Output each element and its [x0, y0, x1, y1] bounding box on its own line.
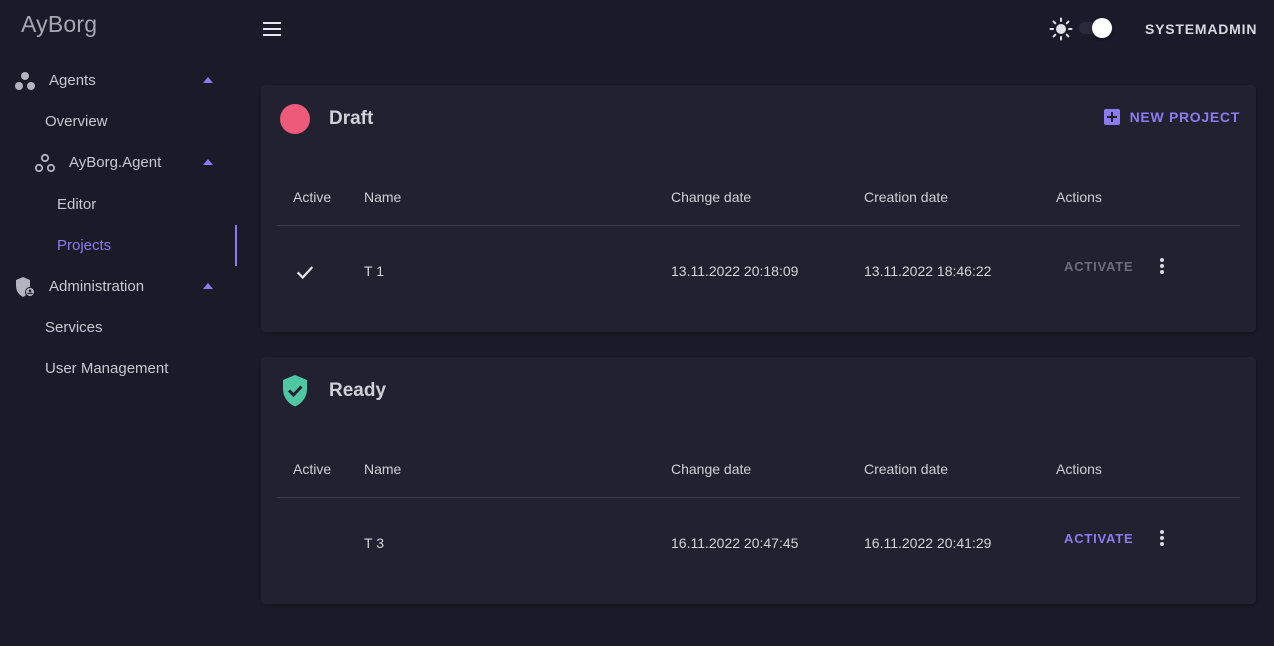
- column-header-name[interactable]: Name: [364, 461, 401, 477]
- sidebar-item-projects[interactable]: Projects: [0, 225, 237, 266]
- theme-toggle[interactable]: [1079, 18, 1113, 38]
- activate-button[interactable]: ACTIVATE: [1064, 531, 1133, 546]
- sidebar-item-editor[interactable]: Editor: [0, 184, 237, 225]
- top-app-bar: SYSTEMADMIN: [237, 0, 1274, 58]
- column-header-active: Active: [293, 189, 332, 205]
- sidebar-item-user-management[interactable]: User Management: [0, 348, 237, 389]
- chevron-up-icon: [203, 77, 213, 83]
- table-divider: [277, 497, 1240, 498]
- activate-button[interactable]: ACTIVATE: [1064, 259, 1133, 274]
- brand-logo-text: AyBorg: [21, 11, 98, 37]
- column-header-name[interactable]: Name: [364, 189, 401, 205]
- change-date: 13.11.2022 20:18:09: [671, 263, 799, 279]
- verified-shield-icon: [283, 375, 307, 407]
- sun-icon: [1049, 17, 1073, 41]
- sidebar-item-label: Agents: [49, 72, 96, 89]
- sidebar-item-label: Projects: [57, 237, 112, 254]
- more-vert-icon[interactable]: [1159, 529, 1165, 547]
- sidebar-item-label: Administration: [49, 278, 145, 295]
- column-header-change-date[interactable]: Change date: [671, 189, 751, 205]
- chevron-up-icon: [203, 283, 213, 289]
- sidebar-item-administration[interactable]: Administration: [0, 266, 237, 307]
- column-header-creation-date[interactable]: Creation date: [864, 189, 948, 205]
- creation-date: 16.11.2022 20:41:29: [864, 535, 992, 551]
- toggle-knob: [1092, 18, 1112, 38]
- draft-status-dot: [280, 104, 310, 134]
- chevron-up-icon: [203, 159, 213, 165]
- user-menu-button[interactable]: SYSTEMADMIN: [1145, 21, 1257, 37]
- active-indicator: [235, 225, 237, 266]
- change-date: 16.11.2022 20:47:45: [671, 535, 799, 551]
- sidebar-item-label: User Management: [45, 360, 169, 377]
- draft-projects-card: Draft NEW PROJECT Active Name Change dat…: [261, 85, 1256, 332]
- column-header-actions: Actions: [1056, 461, 1102, 477]
- column-header-active: Active: [293, 461, 332, 477]
- card-title: Ready: [329, 380, 387, 401]
- sidebar-item-agents[interactable]: Agents: [0, 60, 237, 101]
- add-box-icon: [1103, 109, 1120, 125]
- card-title: Draft: [329, 108, 374, 129]
- creation-date: 13.11.2022 18:46:22: [864, 263, 992, 279]
- agents-icon: [15, 72, 35, 90]
- sidebar: AyBorg Agents Overview AyBorg.Agent Edit…: [0, 0, 237, 646]
- table-divider: [277, 225, 1240, 226]
- column-header-change-date[interactable]: Change date: [671, 461, 751, 477]
- new-project-button[interactable]: NEW PROJECT: [1103, 109, 1240, 125]
- sidebar-item-label: AyBorg.Agent: [69, 154, 162, 171]
- more-vert-icon[interactable]: [1159, 257, 1165, 275]
- sidebar-item-services[interactable]: Services: [0, 307, 237, 348]
- admin-shield-icon: [16, 277, 35, 297]
- new-project-label: NEW PROJECT: [1129, 109, 1240, 125]
- sidebar-item-label: Editor: [57, 196, 97, 213]
- sidebar-item-label: Services: [45, 319, 103, 336]
- sidebar-item-overview[interactable]: Overview: [0, 101, 237, 142]
- sidebar-item-ayborg-agent[interactable]: AyBorg.Agent: [0, 142, 237, 183]
- check-icon: [296, 266, 314, 280]
- ready-projects-card: Ready Active Name Change date Creation d…: [261, 357, 1256, 604]
- column-header-creation-date[interactable]: Creation date: [864, 461, 948, 477]
- sidebar-item-label: Overview: [45, 113, 108, 130]
- agent-icon: [34, 153, 56, 173]
- project-name: T 1: [364, 263, 384, 279]
- menu-icon[interactable]: [261, 18, 283, 40]
- column-header-actions: Actions: [1056, 189, 1102, 205]
- project-name: T 3: [364, 535, 384, 551]
